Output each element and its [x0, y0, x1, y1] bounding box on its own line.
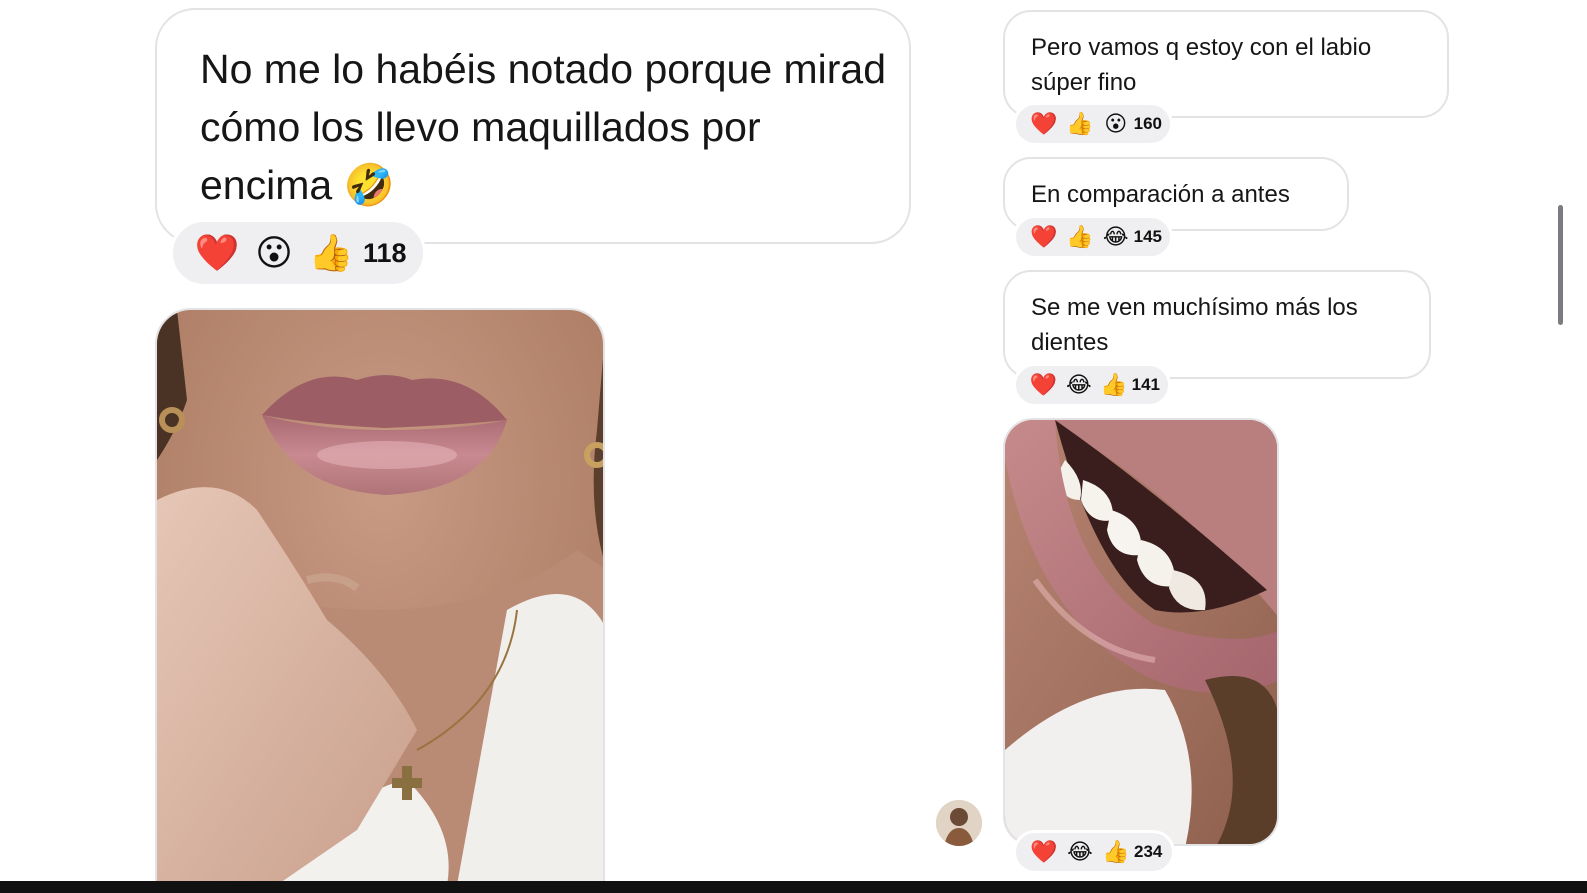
reaction-count: 118 [363, 237, 407, 268]
heart-reaction-icon: ❤️ [1030, 111, 1058, 136]
reaction-count: 160 [1133, 114, 1162, 133]
heart-reaction-icon: ❤️ [1029, 372, 1058, 397]
bottom-divider [0, 881, 1587, 893]
lips-photo-image [157, 310, 603, 881]
reaction-count: 141 [1131, 375, 1160, 394]
thumbs-up-reaction-icon: 👍 [308, 232, 354, 273]
message-text: Pero vamos q estoy con el labio súper fi… [1031, 34, 1372, 96]
scrollbar[interactable] [1558, 205, 1563, 325]
heart-reaction-icon: ❤️ [1030, 224, 1058, 249]
message-text: En comparación a antes [1031, 181, 1290, 208]
surprised-reaction-icon: 😮 [1104, 111, 1128, 136]
thumbs-up-reaction-icon: 👍 [1100, 372, 1128, 397]
reaction-bar[interactable]: ❤️ 😂 👍 234 [1013, 830, 1175, 874]
thumbs-up-reaction-icon: 👍 [1066, 111, 1094, 136]
reaction-count: 145 [1133, 227, 1162, 246]
reaction-count: 234 [1134, 842, 1163, 861]
avatar-image [936, 800, 982, 846]
thumbs-up-reaction-icon: 👍 [1066, 224, 1094, 249]
reaction-bar[interactable]: ❤️ 👍 😂 145 [1013, 215, 1173, 259]
laughing-reaction-icon: 😂 [1067, 839, 1093, 864]
reaction-bar[interactable]: ❤️ 👍 😮 160 [1013, 102, 1173, 146]
avatar[interactable] [936, 800, 982, 846]
reaction-bar[interactable]: ❤️ 😮 👍 118 [170, 219, 426, 287]
laughing-reaction-icon: 😂 [1065, 372, 1092, 397]
surprised-reaction-icon: 😮 [255, 232, 293, 273]
message-text: Se me ven muchísimo más los dientes [1031, 294, 1358, 356]
teeth-photo-image [1005, 420, 1277, 844]
teeth-photo[interactable] [1003, 418, 1279, 846]
heart-reaction-icon: ❤️ [194, 232, 240, 273]
thumbs-up-reaction-icon: 👍 [1102, 839, 1130, 864]
message-text: No me lo habéis notado porque mirad cómo… [200, 46, 887, 208]
heart-reaction-icon: ❤️ [1030, 839, 1058, 864]
lips-photo[interactable] [155, 308, 605, 883]
laughing-reaction-icon: 😂 [1102, 224, 1129, 249]
message-bubble-left[interactable]: No me lo habéis notado porque mirad cómo… [155, 8, 911, 244]
reaction-bar[interactable]: ❤️ 😂 👍 141 [1013, 363, 1171, 407]
